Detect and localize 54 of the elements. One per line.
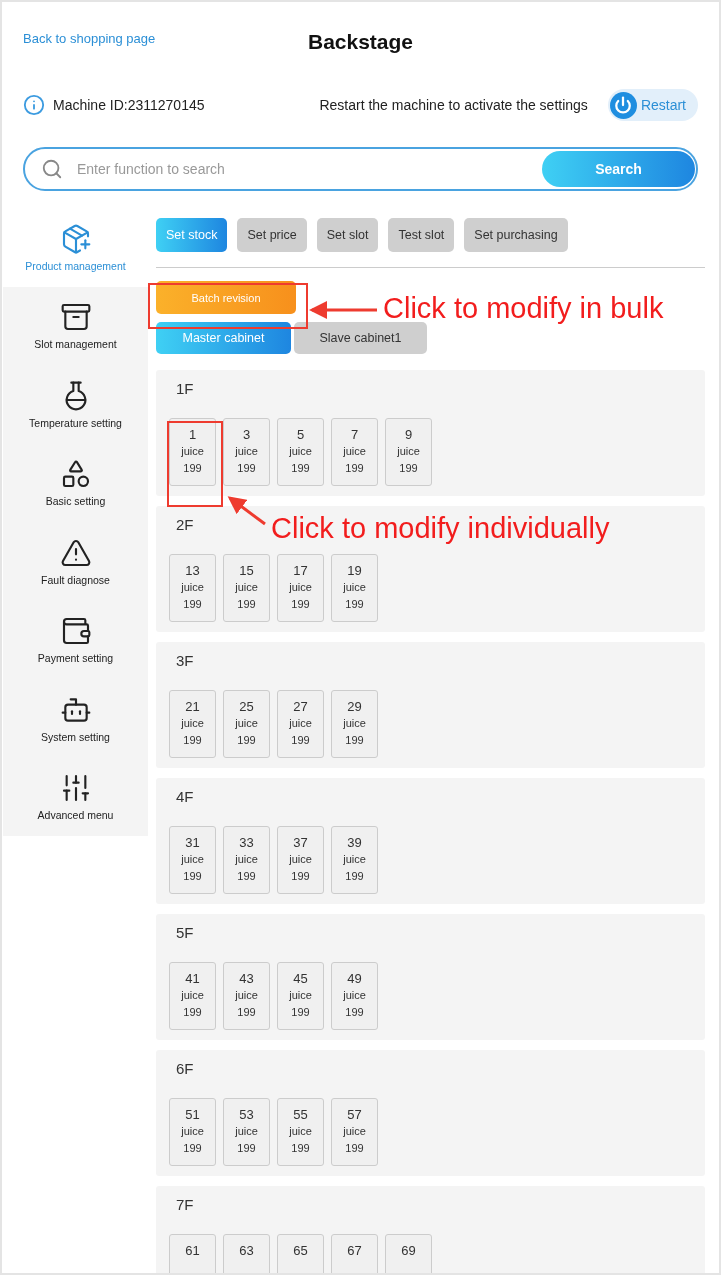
cabinet-tab[interactable]: Slave cabinet1 (294, 322, 427, 354)
slot-tile[interactable]: 49 juice 199 (331, 962, 378, 1030)
slot-tile[interactable]: 69 (385, 1234, 432, 1273)
slot-tile[interactable]: 53 juice 199 (223, 1098, 270, 1166)
tab[interactable]: Test slot (388, 218, 455, 252)
slot-tile[interactable]: 5 juice 199 (277, 418, 324, 486)
slot-tile[interactable]: 45 juice 199 (277, 962, 324, 1030)
annotation-arrow (309, 301, 377, 319)
floor-label: 5F (176, 924, 194, 943)
search-icon (41, 158, 63, 180)
floor-label: 4F (176, 788, 194, 807)
power-icon (614, 96, 633, 114)
slot-tile[interactable]: 13 juice 199 (169, 554, 216, 622)
annotation-text: Click to modify in bulk (383, 292, 664, 325)
slot-tile[interactable]: 39 juice 199 (331, 826, 378, 894)
tab[interactable]: Set price (237, 218, 307, 252)
slot-tile[interactable]: 57 juice 199 (331, 1098, 378, 1166)
restart-hint: Restart the machine to activate the settings (319, 97, 588, 113)
tab[interactable]: Set purchasing (464, 218, 568, 252)
slot-tile[interactable]: 15 juice 199 (223, 554, 270, 622)
floor-label: 2F (176, 516, 194, 535)
info-icon (23, 94, 45, 116)
slot-tile[interactable]: 63 (223, 1234, 270, 1273)
annotation-arrow (227, 496, 266, 526)
slot-tile[interactable]: 43 juice 199 (223, 962, 270, 1030)
floor-label: 6F (176, 1060, 194, 1079)
machine-id: Machine ID:2311270145 (53, 97, 205, 113)
slot-tile[interactable]: 17 juice 199 (277, 554, 324, 622)
slot-tile[interactable]: 3 juice 199 (223, 418, 270, 486)
slot-tile[interactable]: 37 juice 199 (277, 826, 324, 894)
slot-tile[interactable]: 51 juice 199 (169, 1098, 216, 1166)
slot-tile[interactable]: 31 juice 199 (169, 826, 216, 894)
slot-tile[interactable]: 9 juice 199 (385, 418, 432, 486)
slot-tile[interactable]: 33 juice 199 (223, 826, 270, 894)
slot-tile[interactable]: 25 juice 199 (223, 690, 270, 758)
slot-tile[interactable]: 61 (169, 1234, 216, 1273)
slot-tile[interactable]: 65 (277, 1234, 324, 1273)
slot-tile[interactable]: 55 juice 199 (277, 1098, 324, 1166)
slot-tile[interactable]: 7 juice 199 (331, 418, 378, 486)
tab[interactable]: Set slot (316, 218, 379, 252)
floor-label: 1F (176, 380, 194, 399)
slot-tile[interactable]: 29 juice 199 (331, 690, 378, 758)
back-link[interactable]: Back to shopping page (23, 31, 156, 46)
slot-tile[interactable]: 41 juice 199 (169, 962, 216, 1030)
floor-label: 3F (176, 652, 194, 671)
slot-tile[interactable]: 67 (331, 1234, 378, 1273)
slot-tile[interactable]: 21 juice 199 (169, 690, 216, 758)
slot-tile[interactable]: 19 juice 199 (331, 554, 378, 622)
sidebar-item[interactable]: Product management (3, 208, 148, 287)
slot-tile[interactable]: 1 juice 199 (169, 418, 216, 486)
annotation-text: Click to modify individually (271, 512, 610, 545)
page-title: Backstage (307, 30, 414, 54)
slot-tile[interactable]: 27 juice 199 (277, 690, 324, 758)
floor-label: 7F (176, 1196, 194, 1215)
